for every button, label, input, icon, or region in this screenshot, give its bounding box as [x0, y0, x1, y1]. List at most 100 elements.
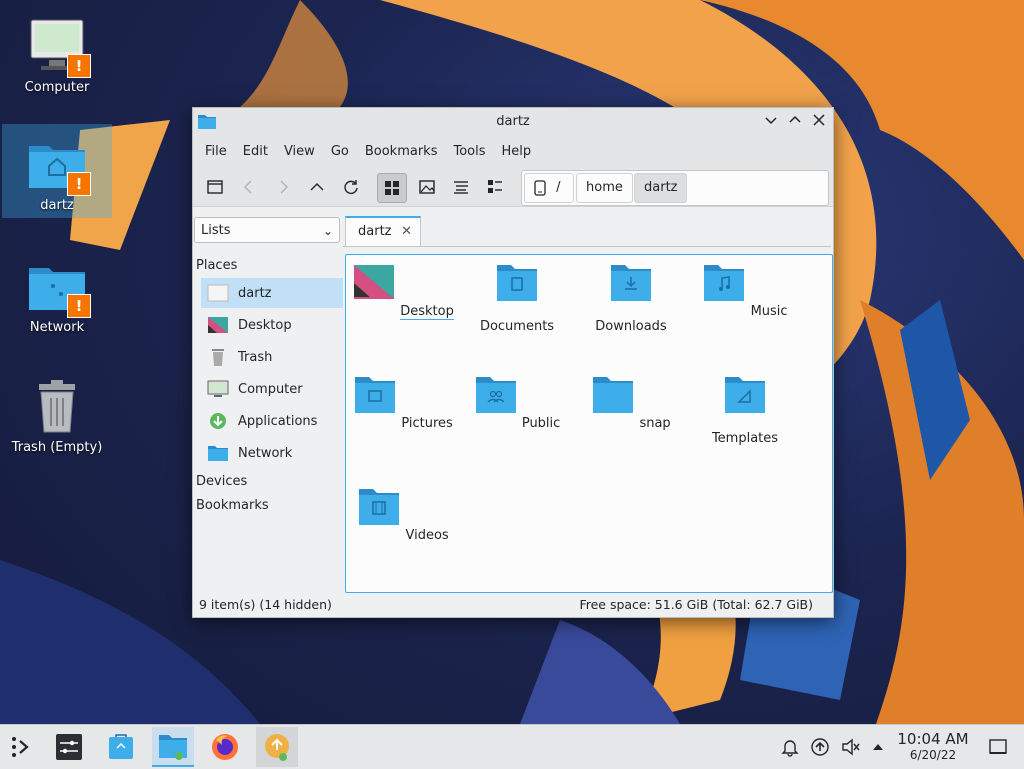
file-item-videos[interactable]: Videos [348, 481, 458, 543]
compact-view-icon [488, 180, 502, 193]
task-discover[interactable] [100, 727, 142, 767]
file-item-music[interactable]: Music [690, 257, 800, 319]
menu-go[interactable]: Go [323, 144, 357, 159]
music-folder-icon [704, 265, 745, 301]
menu-view[interactable]: View [276, 144, 323, 159]
file-manager-window: dartz File Edit View Go Bookmarks Tools … [192, 107, 834, 618]
file-view[interactable]: Desktop Documents Downloads Music Pictur… [345, 254, 833, 593]
trash-icon [212, 349, 224, 366]
title-bar[interactable]: dartz [193, 108, 833, 136]
clock[interactable]: 10:04 AM 6/20/22 [892, 730, 974, 762]
panel-mode-select[interactable]: Lists ⌄ [194, 217, 340, 243]
places-panel: Lists ⌄ Places dartz Desktop Trash Compu… [193, 216, 343, 592]
status-bar: 9 item(s) (14 hidden) Free space: 51.6 G… [193, 593, 833, 617]
breadcrumb-home[interactable]: home [576, 173, 633, 203]
place-item-applications[interactable]: Applications [201, 406, 343, 436]
show-desktop-icon[interactable] [988, 737, 1008, 757]
drive-icon [534, 179, 546, 196]
desktop-icon-network[interactable]: ! Network [2, 246, 112, 338]
icons-view-button[interactable] [377, 173, 407, 203]
location-bar[interactable]: / home dartz [521, 170, 829, 206]
forward-button[interactable] [269, 173, 297, 201]
maximize-button[interactable] [785, 112, 805, 132]
bookmarks-heading[interactable]: Bookmarks [196, 498, 269, 513]
split-view-button[interactable] [481, 173, 509, 201]
place-item-dartz[interactable]: dartz [201, 278, 343, 308]
arrow-right-icon [280, 180, 288, 194]
reload-button[interactable] [337, 173, 365, 201]
settings-icon [56, 734, 82, 760]
details-view-icon [454, 181, 468, 194]
breadcrumb-root[interactable]: / [524, 173, 574, 203]
status-free-space: Free space: 51.6 GiB (Total: 62.7 GiB) [579, 597, 813, 612]
file-item-templates[interactable]: Templates [690, 369, 800, 446]
menu-tools[interactable]: Tools [445, 144, 493, 159]
task-dolphin[interactable] [152, 727, 194, 767]
task-installer[interactable] [256, 727, 298, 767]
places-heading: Places [196, 258, 238, 273]
chevron-down-icon [765, 117, 777, 125]
task-firefox[interactable] [204, 727, 246, 767]
tab-dartz[interactable]: dartz ✕ [345, 216, 421, 246]
file-item-snap[interactable]: snap [576, 369, 686, 431]
app-launcher-button[interactable] [0, 727, 42, 767]
file-item-documents[interactable]: Documents [462, 257, 572, 334]
minimize-button[interactable] [761, 112, 781, 132]
desktop-icon-home[interactable]: ! dartz [2, 124, 112, 218]
warning-badge-icon: ! [67, 172, 91, 196]
chevron-up-icon[interactable] [868, 737, 888, 757]
place-label: dartz [238, 285, 272, 301]
place-label: Trash [238, 349, 273, 365]
desktop-icon-trash[interactable]: Trash (Empty) [2, 366, 112, 458]
clock-time: 10:04 AM [897, 730, 969, 748]
window-title: dartz [496, 114, 530, 129]
file-item-desktop[interactable]: Desktop [348, 257, 458, 320]
task-system-settings[interactable] [48, 727, 90, 767]
status-item-count: 9 item(s) (14 hidden) [199, 597, 332, 612]
public-folder-icon [475, 377, 516, 413]
desktop-icon-computer[interactable]: ! Computer [2, 6, 112, 98]
desktop-icon-label: Network [29, 320, 85, 335]
file-item-pictures[interactable]: Pictures [348, 369, 458, 431]
place-item-network[interactable]: Network [201, 438, 343, 468]
up-button[interactable] [303, 173, 331, 201]
warning-badge-icon: ! [67, 54, 91, 78]
file-label: snap [639, 416, 671, 431]
warning-badge-icon: ! [67, 294, 91, 318]
menu-bookmarks[interactable]: Bookmarks [357, 144, 446, 159]
new-window-button[interactable] [201, 173, 229, 201]
arrow-left-icon [244, 180, 252, 194]
place-label: Applications [238, 413, 318, 429]
updates-icon[interactable] [810, 737, 830, 757]
close-tab-icon[interactable]: ✕ [401, 218, 412, 246]
file-label: Videos [405, 528, 449, 543]
volume-muted-icon[interactable] [840, 737, 860, 757]
applications-icon [210, 413, 226, 429]
videos-folder-icon [359, 489, 400, 525]
file-label: Documents [479, 319, 555, 334]
trash-icon [25, 374, 89, 438]
place-item-computer[interactable]: Computer [201, 374, 343, 404]
grid-view-icon [385, 181, 399, 195]
templates-folder-icon [725, 377, 765, 413]
file-label: Pictures [401, 416, 453, 431]
close-button[interactable] [809, 112, 829, 132]
breadcrumb-dartz[interactable]: dartz [634, 173, 688, 203]
network-folder-icon [208, 446, 228, 461]
tab-bar: dartz ✕ [343, 216, 831, 247]
notifications-icon[interactable] [780, 737, 800, 757]
details-view-button[interactable] [447, 173, 475, 201]
menu-file[interactable]: File [197, 144, 235, 159]
downloads-folder-icon [611, 265, 651, 301]
preview-button[interactable] [413, 173, 441, 201]
menu-edit[interactable]: Edit [235, 144, 276, 159]
devices-heading[interactable]: Devices [196, 474, 247, 489]
menu-help[interactable]: Help [494, 144, 540, 159]
home-folder-icon [207, 284, 229, 302]
place-item-trash[interactable]: Trash [201, 342, 343, 372]
file-item-public[interactable]: Public [462, 369, 572, 431]
back-button[interactable] [235, 173, 263, 201]
file-item-downloads[interactable]: Downloads [576, 257, 686, 334]
place-item-desktop[interactable]: Desktop [201, 310, 343, 340]
documents-folder-icon [497, 265, 537, 301]
